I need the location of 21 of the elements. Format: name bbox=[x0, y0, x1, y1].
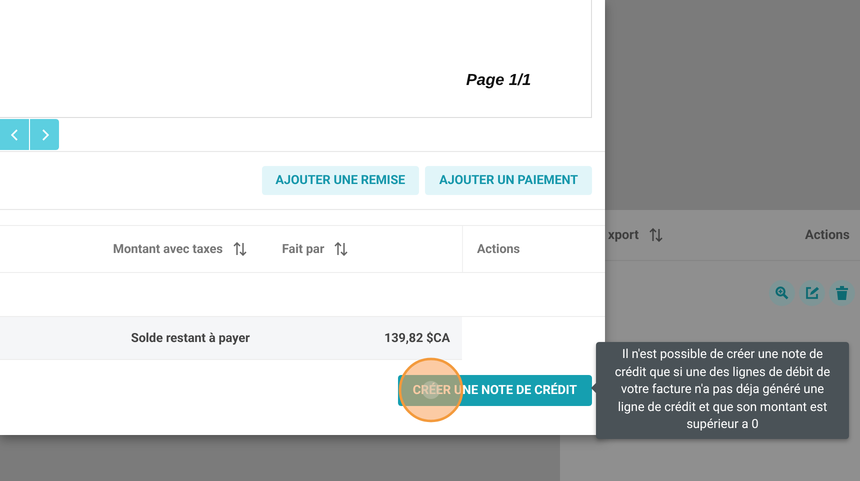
trash-icon[interactable] bbox=[829, 280, 855, 306]
tooltip: Il n'est possible de créer une note de crédit que si une des lignes de débit de votre facture n'a pas déja généré une ligne de crédit et que son montant est supérieur a 0 bbox=[596, 342, 849, 438]
previous-button[interactable] bbox=[0, 119, 29, 150]
sort-icon[interactable] bbox=[232, 241, 247, 257]
chevron-right-icon bbox=[40, 128, 48, 140]
total-label: Solde restant à payer bbox=[131, 330, 250, 346]
column-header: Actions bbox=[477, 242, 520, 256]
sort-icon[interactable] bbox=[648, 227, 663, 243]
page-label: Page 1/1 bbox=[466, 72, 531, 90]
action-button[interactable]: AJOUTER UN PAIEMENT bbox=[425, 166, 592, 195]
column-header: Actions bbox=[805, 228, 850, 242]
total-value: 139,82 $CA bbox=[384, 330, 451, 346]
column-header: Fait par bbox=[282, 242, 324, 256]
action-button[interactable]: AJOUTER UNE REMISE bbox=[262, 166, 420, 195]
column-header: xport bbox=[608, 228, 639, 242]
column-header: Montant avec taxes bbox=[113, 242, 223, 256]
next-button[interactable] bbox=[30, 119, 59, 150]
zoom-icon[interactable] bbox=[769, 280, 795, 306]
edit-icon[interactable] bbox=[799, 280, 825, 306]
chevron-left-icon bbox=[10, 128, 18, 140]
sort-icon[interactable] bbox=[334, 241, 348, 257]
